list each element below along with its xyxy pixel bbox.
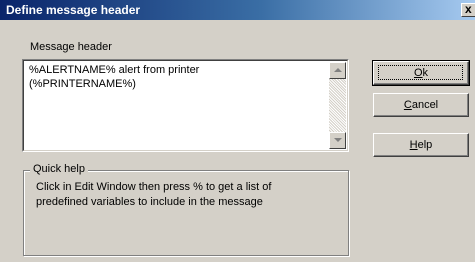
message-header-edit[interactable]: %ALERTNAME% alert from printer (%PRINTER…	[22, 59, 349, 152]
cancel-label: Cancel	[403, 99, 439, 111]
quick-help-line-1: Click in Edit Window then press % to get…	[36, 181, 272, 193]
scroll-down-arrow-icon	[334, 138, 342, 142]
edit-line-1: %ALERTNAME% alert from printer	[29, 64, 200, 76]
scroll-up-arrow-icon	[334, 68, 342, 72]
dialog-title: Define message header	[6, 3, 141, 17]
vertical-scrollbar[interactable]	[329, 62, 346, 149]
close-button[interactable]: x	[461, 2, 475, 17]
define-message-header-dialog: Define message header x Message header %…	[0, 0, 475, 262]
message-header-label: Message header	[30, 41, 112, 53]
help-button[interactable]: Help	[373, 133, 469, 157]
scroll-up-button[interactable]	[329, 62, 346, 79]
quick-help-title: Quick help	[30, 163, 88, 175]
help-label: Help	[409, 139, 433, 151]
title-bar[interactable]: Define message header x	[0, 0, 475, 20]
ok-label: Ok	[413, 67, 429, 79]
quick-help-line-2: predefined variables to include in the m…	[36, 196, 263, 208]
edit-line-2: (%PRINTERNAME%)	[29, 78, 136, 90]
close-icon: x	[465, 2, 472, 16]
cancel-button[interactable]: Cancel	[373, 93, 469, 117]
ok-button[interactable]: Ok	[372, 60, 470, 86]
scroll-down-button[interactable]	[329, 132, 346, 149]
edit-inner-border: %ALERTNAME% alert from printer (%PRINTER…	[23, 60, 348, 151]
